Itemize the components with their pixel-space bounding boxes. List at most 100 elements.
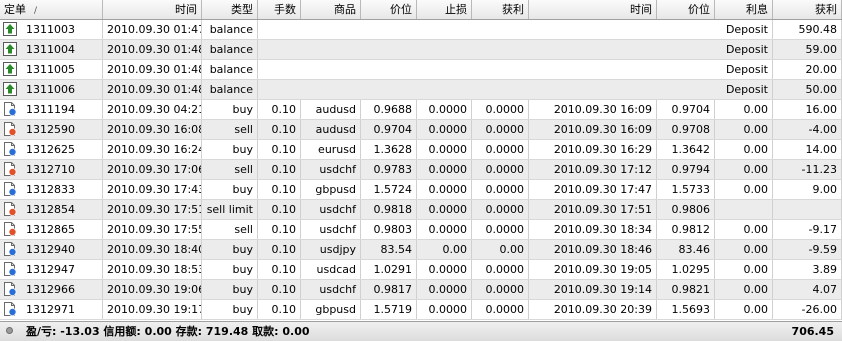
table-row[interactable]: 1312854 2010.09.30 17:51 sell limit 0.10 usd… [0,200,842,220]
cell-price: 0.9803 [361,220,417,239]
cell-close-price: 1.5733 [657,180,715,199]
cell-type: buy [202,140,258,159]
header-col-stop-loss[interactable]: 止损 [417,0,472,19]
cell-type: sell [202,120,258,139]
table-row[interactable]: 1312971 2010.09.30 19:17 buy 0.10 gbpusd 1.57… [0,300,842,320]
header-col-symbol[interactable]: 商品 [301,0,361,19]
cell-lots: 0.10 [258,220,301,239]
cell-price: 1.0291 [361,260,417,279]
table-row[interactable]: 1312833 2010.09.30 17:43 buy 0.10 gbpusd 1.57… [0,180,842,200]
cell-symbol: gbpusd [301,180,361,199]
header-col-type[interactable]: 类型 [202,0,258,19]
cell-close-price: 0.9806 [657,200,715,219]
cell-close-price: 1.0295 [657,260,715,279]
buy-order-icon [3,282,17,296]
cell-open-time: 2010.09.30 18:53 [103,260,202,279]
cell-ticket: 1312971 [0,300,103,319]
header-label: 时间 [630,3,652,16]
cell-type: balance [202,80,258,99]
ticket-number: 1311005 [26,63,75,76]
cell-profit: -4.00 [773,120,842,139]
header-col-swap[interactable]: 利息 [715,0,773,19]
sell-order-icon [3,222,17,236]
cell-symbol: audusd [301,100,361,119]
cell-price: 0.9818 [361,200,417,219]
cell-tp: 0.0000 [472,140,529,159]
table-row[interactable]: 1312966 2010.09.30 19:06 buy 0.10 usdchf 0.98… [0,280,842,300]
table-header: 定单 / 时间 类型 手数 商品 价位 止损 获利 时间 价位 利息 获利 [0,0,842,20]
cell-tp: 0.0000 [472,280,529,299]
cell-tp: 0.0000 [472,300,529,319]
table-row[interactable]: 1312590 2010.09.30 16:08 sell 0.10 audusd 0.9… [0,120,842,140]
sell-order-icon [3,122,17,136]
cell-open-time: 2010.09.30 01:48 [103,80,202,99]
cell-ticket: 1312590 [0,120,103,139]
table-row[interactable]: 1311003 2010.09.30 01:47 balance Deposit 590… [0,20,842,40]
balance-icon [3,82,17,96]
cell-ticket: 1311004 [0,40,103,59]
table-row[interactable]: 1312625 2010.09.30 16:24 buy 0.10 eurusd 1.36… [0,140,842,160]
ticket-number: 1312940 [26,243,75,256]
cell-ticket: 1311194 [0,100,103,119]
cell-type: sell limit [202,200,258,219]
cell-sl: 0.0000 [417,160,472,179]
cell-symbol: eurusd [301,140,361,159]
cell-lots: 0.10 [258,180,301,199]
header-label: 获利 [815,3,837,16]
cell-symbol: audusd [301,120,361,139]
cell-close-price: 1.3642 [657,140,715,159]
table-row[interactable]: 1311194 2010.09.30 04:21 buy 0.10 audusd 0.96… [0,100,842,120]
cell-sl: 0.0000 [417,280,472,299]
cell-swap: 0.00 [715,120,773,139]
header-col-take-profit[interactable]: 获利 [472,0,529,19]
header-label: 价位 [688,3,710,16]
header-col-lots[interactable]: 手数 [258,0,301,19]
header-col-close-time[interactable]: 时间 [529,0,657,19]
header-label: 利息 [746,3,768,16]
balance-total: 706.45 [791,325,834,338]
cell-sl: 0.0000 [417,100,472,119]
table-row[interactable]: 1311004 2010.09.30 01:48 balance Deposit 59.… [0,40,842,60]
cell-price: 0.9817 [361,280,417,299]
header-col-ticket[interactable]: 定单 / [0,0,103,19]
cell-tp: 0.0000 [472,220,529,239]
cell-tp: 0.0000 [472,180,529,199]
cell-price: 83.54 [361,240,417,259]
table-row[interactable]: 1312940 2010.09.30 18:40 buy 0.10 usdjpy 83.5… [0,240,842,260]
cell-ticket: 1311003 [0,20,103,39]
header-col-close-price[interactable]: 价位 [657,0,715,19]
cell-open-time: 2010.09.30 01:48 [103,40,202,59]
cell-close-time: 2010.09.30 17:12 [529,160,657,179]
cell-open-time: 2010.09.30 01:47 [103,20,202,39]
cell-ticket: 1312865 [0,220,103,239]
cell-swap: 0.00 [715,180,773,199]
cell-profit: 50.00 [773,80,842,99]
table-row[interactable]: 1312947 2010.09.30 18:53 buy 0.10 usdcad 1.02… [0,260,842,280]
cell-price: 1.5719 [361,300,417,319]
table-row[interactable]: 1312865 2010.09.30 17:55 sell 0.10 usdchf 0.9… [0,220,842,240]
header-label: 商品 [334,3,356,16]
cell-type: buy [202,180,258,199]
buy-order-icon [3,102,17,116]
cell-lots: 0.10 [258,100,301,119]
cell-lots: 0.10 [258,300,301,319]
cell-profit: -26.00 [773,300,842,319]
cell-sl: 0.0000 [417,300,472,319]
table-row[interactable]: 1312710 2010.09.30 17:06 sell 0.10 usdchf 0.9… [0,160,842,180]
cell-open-time: 2010.09.30 17:51 [103,200,202,219]
ticket-number: 1312625 [26,143,75,156]
header-col-price[interactable]: 价位 [361,0,417,19]
cell-close-time: 2010.09.30 19:05 [529,260,657,279]
header-col-profit[interactable]: 获利 [773,0,842,19]
cell-swap [715,200,773,219]
table-row[interactable]: 1311006 2010.09.30 01:48 balance Deposit 50.… [0,80,842,100]
header-label: 类型 [231,3,253,16]
cell-swap: 0.00 [715,140,773,159]
cell-comment: Deposit [258,20,773,39]
cell-tp: 0.0000 [472,260,529,279]
table-row[interactable]: 1311005 2010.09.30 01:48 balance Deposit 20.… [0,60,842,80]
header-col-open-time[interactable]: 时间 [103,0,202,19]
balance-icon [3,42,17,56]
cell-close-price: 0.9794 [657,160,715,179]
cell-close-time: 2010.09.30 17:47 [529,180,657,199]
